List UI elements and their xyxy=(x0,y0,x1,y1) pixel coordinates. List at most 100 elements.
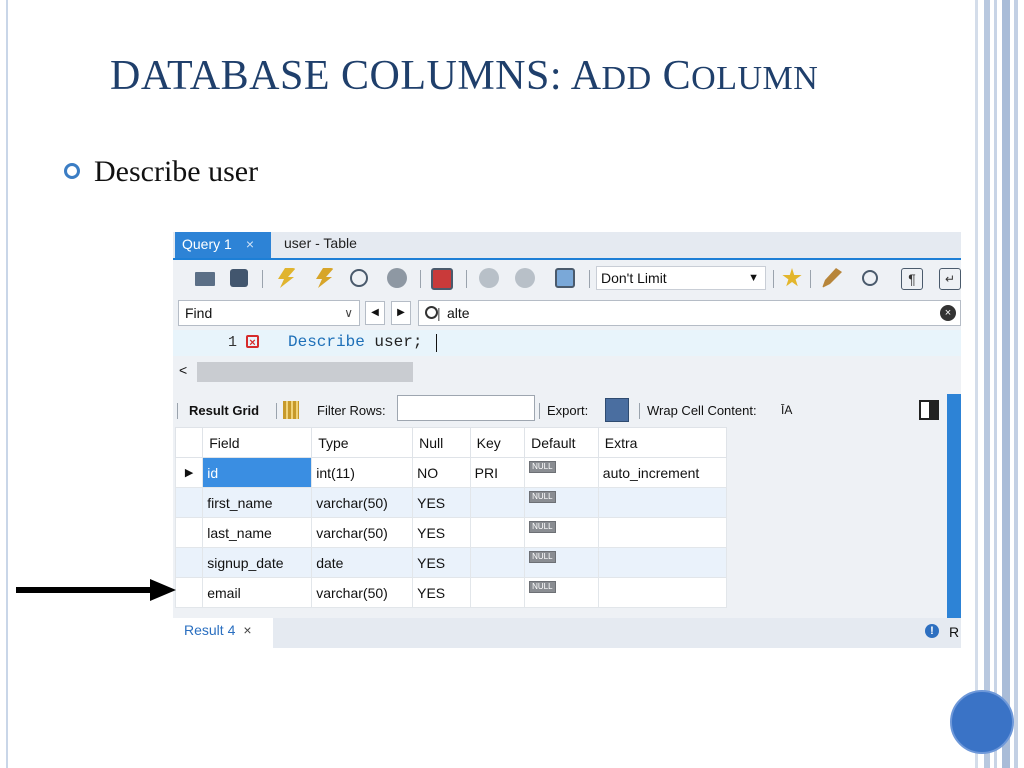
tab-result-4[interactable]: Result 4 × xyxy=(173,618,273,648)
grid-cell[interactable]: NULL xyxy=(524,487,599,518)
explain-icon[interactable] xyxy=(350,269,368,287)
sql-editor[interactable]: 1 × Describe user; xyxy=(173,330,961,358)
find-icon[interactable] xyxy=(862,270,878,286)
grid-cell[interactable]: auto_increment xyxy=(597,457,728,488)
table-row[interactable]: signup_date date YES NULL xyxy=(174,547,728,578)
grid-cell[interactable]: varchar(50) xyxy=(311,517,414,548)
dropdown-arrow-icon: ▼ xyxy=(748,272,759,284)
grid-cell[interactable]: PRI xyxy=(469,457,526,488)
find-next-button[interactable]: ▶ xyxy=(391,301,411,325)
grid-view-icon[interactable] xyxy=(283,401,299,419)
table-row[interactable]: ▶ id int(11) NO PRI NULL auto_increment xyxy=(174,457,728,488)
autocommit-icon[interactable] xyxy=(555,268,575,288)
toggle-error-icon[interactable] xyxy=(431,268,453,290)
grid-cell[interactable]: last_name xyxy=(202,517,313,548)
horizontal-scrollbar[interactable]: < xyxy=(173,360,961,386)
grid-cell[interactable]: signup_date xyxy=(202,547,313,578)
column-header[interactable]: Extra xyxy=(597,427,728,458)
export-icon[interactable] xyxy=(605,398,629,422)
table-row[interactable]: last_name varchar(50) YES NULL xyxy=(174,517,728,548)
find-mode-label: Find xyxy=(185,305,213,321)
grid-cell[interactable]: YES xyxy=(412,487,471,518)
grid-cell[interactable] xyxy=(469,487,526,518)
grid-cell[interactable] xyxy=(597,517,728,548)
grid-cell[interactable]: id xyxy=(202,457,313,488)
sql-statement[interactable]: Describe user; xyxy=(288,333,422,351)
close-icon[interactable]: × xyxy=(246,236,254,252)
search-value: alte xyxy=(447,305,470,321)
toolbar-separator xyxy=(773,270,774,288)
bullet-circle-icon xyxy=(64,163,80,180)
toolbar-separator xyxy=(589,270,590,288)
column-header[interactable]: Field xyxy=(202,427,313,458)
filter-rows-input[interactable] xyxy=(397,395,535,421)
find-previous-button[interactable]: ◀ xyxy=(365,301,385,325)
grid-cell[interactable]: NULL xyxy=(524,517,599,548)
invisible-chars-icon[interactable]: ¶ xyxy=(901,268,923,290)
grid-cell[interactable] xyxy=(597,487,728,518)
clear-search-icon[interactable]: × xyxy=(940,305,956,321)
grid-cell[interactable]: varchar(50) xyxy=(311,577,414,608)
table-row[interactable]: first_name varchar(50) YES NULL xyxy=(174,487,728,518)
search-cursor: | xyxy=(437,305,441,321)
side-panel-label: R xyxy=(949,624,960,640)
stop-icon[interactable] xyxy=(387,268,407,288)
null-badge: NULL xyxy=(529,461,556,473)
filter-rows-label: Filter Rows: xyxy=(317,403,386,418)
side-panel-tab[interactable] xyxy=(947,394,961,626)
commit-icon[interactable] xyxy=(479,268,499,288)
scrollbar-thumb[interactable] xyxy=(197,362,413,382)
column-header[interactable]: Default xyxy=(524,427,599,458)
wrap-cell-label: Wrap Cell Content: xyxy=(647,403,757,418)
null-badge: NULL xyxy=(529,581,556,593)
grid-cell[interactable] xyxy=(469,517,526,548)
grid-cell[interactable]: email xyxy=(202,577,313,608)
grid-cell[interactable] xyxy=(597,547,728,578)
result-grid-tab[interactable]: Result Grid xyxy=(189,403,259,418)
row-indicator xyxy=(174,487,204,518)
grid-cell[interactable]: NULL xyxy=(524,457,599,488)
grid-cell[interactable]: int(11) xyxy=(311,457,414,488)
column-header[interactable]: Null xyxy=(412,427,471,458)
column-header[interactable]: Key xyxy=(469,427,526,458)
limit-rows-select[interactable]: Don't Limit ▼ xyxy=(596,266,766,290)
null-badge: NULL xyxy=(529,551,556,563)
column-header[interactable]: Type xyxy=(311,427,414,458)
scroll-left-icon[interactable]: < xyxy=(179,362,187,378)
grid-cell[interactable]: YES xyxy=(412,577,471,608)
grid-cell[interactable]: date xyxy=(311,547,414,578)
rollback-icon[interactable] xyxy=(515,268,535,288)
grid-cell[interactable]: first_name xyxy=(202,487,313,518)
search-input[interactable]: | alte × xyxy=(418,300,961,326)
close-icon[interactable]: × xyxy=(243,622,251,638)
grid-cell[interactable] xyxy=(469,547,526,578)
row-indicator xyxy=(174,517,204,548)
open-folder-icon[interactable] xyxy=(195,272,215,286)
grid-cell[interactable]: varchar(50) xyxy=(311,487,414,518)
table-row[interactable]: email varchar(50) YES NULL xyxy=(174,577,728,608)
wrap-icon[interactable]: ↵ xyxy=(939,268,961,290)
right-decorative-stripes xyxy=(975,0,1024,768)
find-mode-select[interactable]: Find ∨ xyxy=(178,300,360,326)
toolbar-separator xyxy=(466,270,467,288)
tab-query-1[interactable]: Query 1 × xyxy=(175,232,271,258)
null-badge: NULL xyxy=(529,491,556,503)
grid-cell[interactable] xyxy=(597,577,728,608)
grid-cell[interactable]: YES xyxy=(412,517,471,548)
toolbar-separator xyxy=(420,270,421,288)
grid-cell[interactable] xyxy=(469,577,526,608)
grid-cell[interactable]: YES xyxy=(412,547,471,578)
grid-cell[interactable]: NO xyxy=(412,457,471,488)
panel-toggle-icon[interactable] xyxy=(919,400,939,420)
grid-cell[interactable]: NULL xyxy=(524,577,599,608)
wrap-cell-icon[interactable]: ĪA xyxy=(781,403,792,417)
tab-user-table[interactable]: user - Table xyxy=(284,232,357,258)
save-icon[interactable] xyxy=(230,269,248,287)
info-icon[interactable]: ! xyxy=(925,624,939,638)
row-indicator xyxy=(174,547,204,578)
decorative-circle xyxy=(950,690,1014,754)
grid-cell[interactable]: NULL xyxy=(524,547,599,578)
null-badge: NULL xyxy=(529,521,556,533)
sql-rest: user; xyxy=(364,333,423,351)
workbench-screenshot: Query 1 × user - Table Don't Limit ▼ ¶ ↵ xyxy=(173,232,961,648)
